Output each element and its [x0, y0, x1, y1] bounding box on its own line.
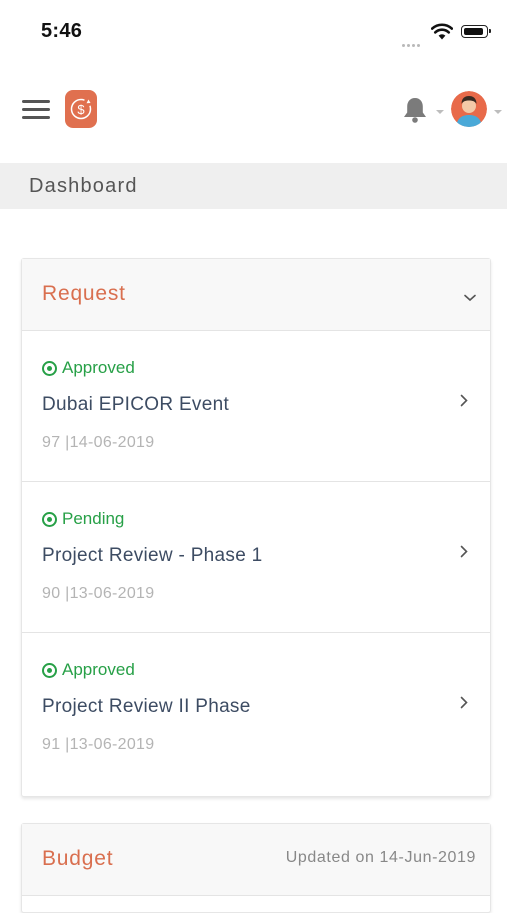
request-meta: 97 |14-06-2019 [42, 434, 155, 451]
app-logo: $ [65, 90, 97, 128]
cellular-signal-icon [402, 34, 422, 52]
request-meta: 91 |13-06-2019 [42, 736, 155, 753]
request-card-header[interactable]: Request [22, 259, 490, 331]
chevron-right-icon[interactable] [460, 696, 468, 714]
chevron-down-icon [436, 110, 444, 114]
request-card-title: Request [42, 282, 126, 305]
page-title-bar: Dashboard [0, 163, 507, 209]
bell-icon[interactable] [402, 96, 428, 129]
page-title: Dashboard [29, 175, 138, 197]
status-text: Pending [62, 509, 125, 528]
request-name: Project Review - Phase 1 [42, 545, 263, 566]
request-name: Dubai EPICOR Event [42, 394, 230, 415]
chevron-down-icon[interactable] [464, 289, 476, 307]
status-label: Approved [42, 358, 135, 378]
svg-text:$: $ [77, 102, 85, 117]
status-bar: 5:46 [0, 0, 507, 64]
request-list-item[interactable]: Pending Project Review - Phase 1 90 |13-… [22, 482, 490, 633]
request-list-item[interactable]: Approved Project Review II Phase 91 |13-… [22, 633, 490, 783]
status-label: Pending [42, 509, 124, 529]
status-dot-icon [42, 360, 57, 376]
user-avatar[interactable] [451, 91, 487, 127]
chevron-right-icon[interactable] [460, 394, 468, 412]
request-list-item[interactable]: Approved Dubai EPICOR Event 97 |14-06-20… [22, 331, 490, 482]
app-header: $ [0, 84, 507, 140]
wifi-icon [430, 23, 454, 45]
status-dot-icon [42, 511, 57, 527]
battery-icon [461, 25, 491, 38]
status-text: Approved [62, 660, 135, 679]
hamburger-menu-icon[interactable] [22, 100, 50, 122]
status-text: Approved [62, 358, 135, 377]
chevron-right-icon[interactable] [460, 545, 468, 563]
chevron-down-icon [494, 110, 502, 114]
request-name: Project Review II Phase [42, 696, 251, 717]
budget-updated-date: Updated on 14-Jun-2019 [285, 849, 476, 866]
status-dot-icon [42, 662, 57, 678]
request-card: Request Approved Dubai EPICOR Event 97 |… [21, 258, 491, 797]
status-time: 5:46 [41, 20, 83, 42]
budget-card-title: Budget [42, 847, 114, 870]
request-meta: 90 |13-06-2019 [42, 585, 155, 602]
budget-card-header[interactable]: Budget Updated on 14-Jun-2019 [22, 824, 490, 896]
status-label: Approved [42, 660, 135, 680]
